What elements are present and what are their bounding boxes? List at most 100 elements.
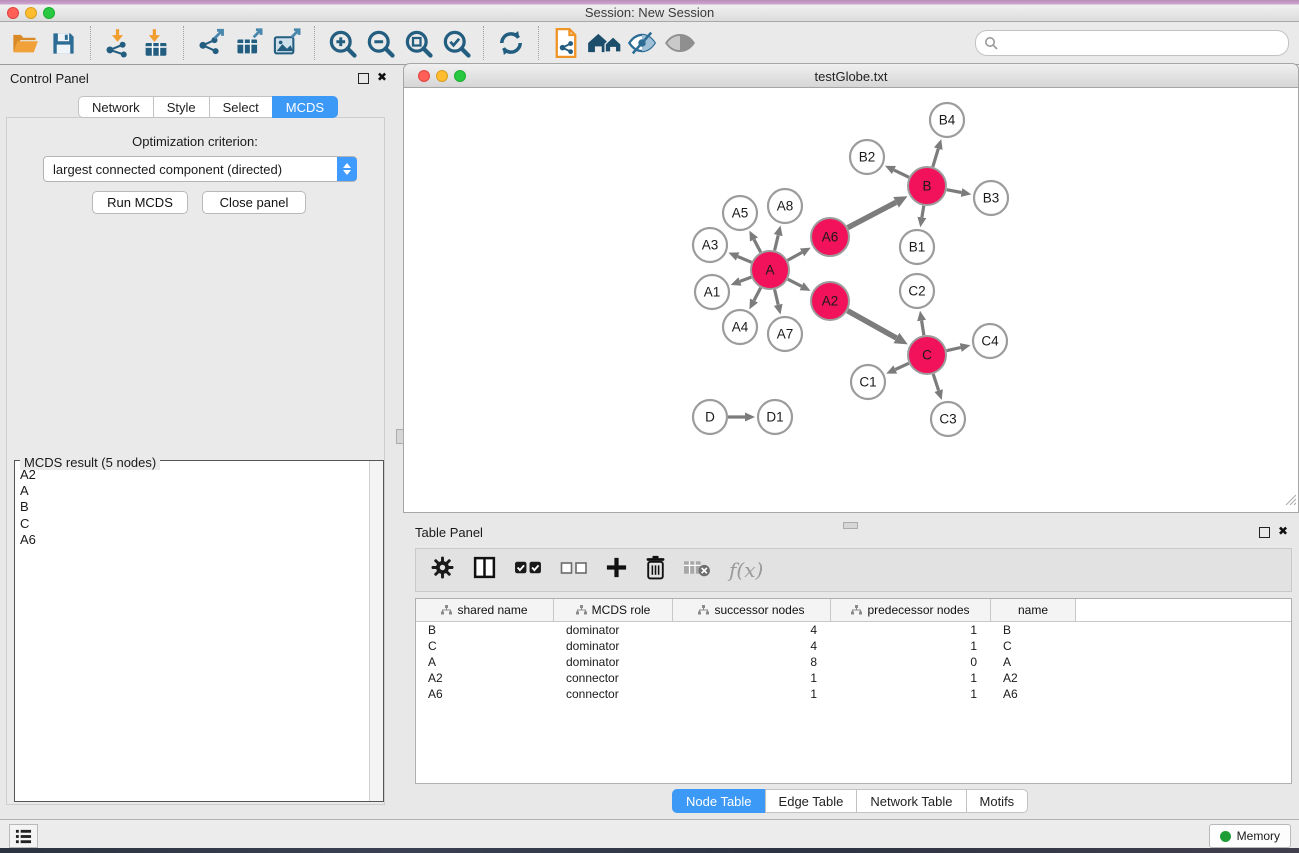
network-canvas[interactable]: AA1A2A3A4A5A6A7A8BB1B2B3B4CC1C2C3C4DD1 [403, 88, 1299, 513]
columns-icon[interactable] [472, 555, 497, 585]
refresh-icon[interactable] [492, 25, 530, 61]
table-row[interactable]: A6connector11A6 [416, 686, 1291, 702]
hide-selected-icon[interactable] [623, 25, 661, 61]
table-cell[interactable]: connector [554, 671, 673, 685]
graph-edge-A-A7[interactable] [775, 290, 779, 305]
graph-edge-C-C4[interactable] [947, 348, 961, 351]
graph-edge-B-B1[interactable] [922, 206, 924, 218]
table-cell[interactable]: 1 [831, 639, 991, 653]
table-panel-close-icon[interactable]: ✖ [1278, 524, 1288, 538]
table-panel-float-icon[interactable] [1259, 527, 1270, 538]
deselect-all-icon[interactable] [560, 558, 588, 583]
table-cell[interactable]: B [416, 623, 554, 637]
table-cell[interactable]: 1 [831, 623, 991, 637]
zoom-fit-icon[interactable] [399, 25, 437, 61]
table-row[interactable]: Adominator80A [416, 654, 1291, 670]
table-row[interactable]: Bdominator41B [416, 622, 1291, 638]
tab-edge-table[interactable]: Edge Table [765, 789, 858, 813]
graph-edge-A-A1[interactable] [740, 277, 751, 281]
home-icon[interactable] [585, 25, 623, 61]
close-panel-button[interactable]: Close panel [202, 191, 306, 214]
search-input[interactable] [1003, 35, 1280, 51]
graph-edge-A-A5[interactable] [754, 240, 761, 253]
show-all-icon[interactable] [661, 25, 699, 61]
export-network-icon[interactable] [192, 25, 230, 61]
select-all-icon[interactable] [514, 557, 543, 583]
table-cell[interactable]: 0 [831, 655, 991, 669]
mcds-result-item[interactable]: A6 [20, 532, 36, 548]
table-cell[interactable]: 4 [673, 623, 831, 637]
tab-style[interactable]: Style [153, 96, 210, 118]
tab-mcds[interactable]: MCDS [272, 96, 338, 118]
delete-icon[interactable] [645, 555, 666, 585]
import-network-icon[interactable] [99, 25, 137, 61]
graph-edge-A-A2[interactable] [788, 279, 802, 286]
column-header-shared-name[interactable]: shared name [416, 599, 554, 621]
tab-select[interactable]: Select [209, 96, 273, 118]
zoom-selected-icon[interactable] [437, 25, 475, 61]
vertical-split-divider-handle[interactable] [396, 429, 404, 444]
graph-edge-A-A8[interactable] [775, 235, 779, 250]
table-cell[interactable]: 8 [673, 655, 831, 669]
graph-edge-C-C2[interactable] [922, 321, 924, 336]
mcds-result-item[interactable]: B [20, 499, 36, 515]
zoom-out-icon[interactable] [361, 25, 399, 61]
network-window-titlebar[interactable]: testGlobe.txt [403, 63, 1299, 88]
tab-network-table[interactable]: Network Table [856, 789, 966, 813]
mcds-result-item[interactable]: C [20, 516, 36, 532]
graph-edge-A-A3[interactable] [738, 257, 752, 263]
table-cell[interactable]: 1 [673, 671, 831, 685]
function-builder-icon[interactable]: f(x) [729, 558, 763, 582]
graph-edge-B-B2[interactable] [894, 170, 909, 177]
table-cell[interactable]: dominator [554, 639, 673, 653]
memory-button[interactable]: Memory [1209, 824, 1291, 848]
table-cell[interactable]: connector [554, 687, 673, 701]
control-panel-close-icon[interactable]: ✖ [377, 70, 387, 84]
column-header-successor-nodes[interactable]: successor nodes [673, 599, 831, 621]
result-scrollbar[interactable] [369, 461, 383, 801]
graph-edge-A-A6[interactable] [788, 252, 803, 260]
new-network-from-selection-icon[interactable] [547, 25, 585, 61]
dropdown-stepper-icon[interactable] [337, 157, 357, 181]
column-header-predecessor-nodes[interactable]: predecessor nodes [831, 599, 991, 621]
table-cell[interactable]: A2 [416, 671, 554, 685]
graph-edge-C-C3[interactable] [933, 374, 938, 391]
table-cell[interactable]: A6 [416, 687, 554, 701]
graph-edge-A2-C[interactable] [848, 311, 897, 338]
table-row[interactable]: Cdominator41C [416, 638, 1291, 654]
horizontal-split-divider-handle[interactable] [843, 522, 858, 529]
graph-edge-C-C1[interactable] [895, 363, 909, 369]
table-cell[interactable]: C [991, 639, 1076, 653]
tab-network[interactable]: Network [78, 96, 154, 118]
gear-icon[interactable] [430, 555, 455, 585]
table-cell[interactable]: C [416, 639, 554, 653]
table-cell[interactable]: 1 [831, 687, 991, 701]
table-cell[interactable]: dominator [554, 655, 673, 669]
resize-grip-icon[interactable] [1284, 492, 1296, 510]
graph-edge-B-B3[interactable] [947, 190, 962, 193]
delete-column-icon[interactable] [683, 557, 712, 583]
table-cell[interactable]: A2 [991, 671, 1076, 685]
table-row[interactable]: A2connector11A2 [416, 670, 1291, 686]
control-panel-float-icon[interactable] [358, 73, 369, 84]
zoom-in-icon[interactable] [323, 25, 361, 61]
export-image-icon[interactable] [268, 25, 306, 61]
tab-node-table[interactable]: Node Table [672, 789, 766, 813]
table-cell[interactable]: dominator [554, 623, 673, 637]
open-folder-icon[interactable] [6, 25, 44, 61]
export-table-icon[interactable] [230, 25, 268, 61]
table-cell[interactable]: 4 [673, 639, 831, 653]
table-cell[interactable]: 1 [673, 687, 831, 701]
table-cell[interactable]: A6 [991, 687, 1076, 701]
table-cell[interactable]: A [416, 655, 554, 669]
run-mcds-button[interactable]: Run MCDS [92, 191, 188, 214]
column-header-name[interactable]: name [991, 599, 1076, 621]
task-history-button[interactable] [9, 824, 38, 848]
optimization-criterion-dropdown[interactable]: largest connected component (directed) [43, 156, 357, 182]
graph-edge-A6-B[interactable] [848, 202, 896, 227]
graph-edge-B-B4[interactable] [933, 149, 939, 167]
table-cell[interactable]: 1 [831, 671, 991, 685]
tab-motifs[interactable]: Motifs [966, 789, 1029, 813]
column-header-MCDS-role[interactable]: MCDS role [554, 599, 673, 621]
table-cell[interactable]: A [991, 655, 1076, 669]
